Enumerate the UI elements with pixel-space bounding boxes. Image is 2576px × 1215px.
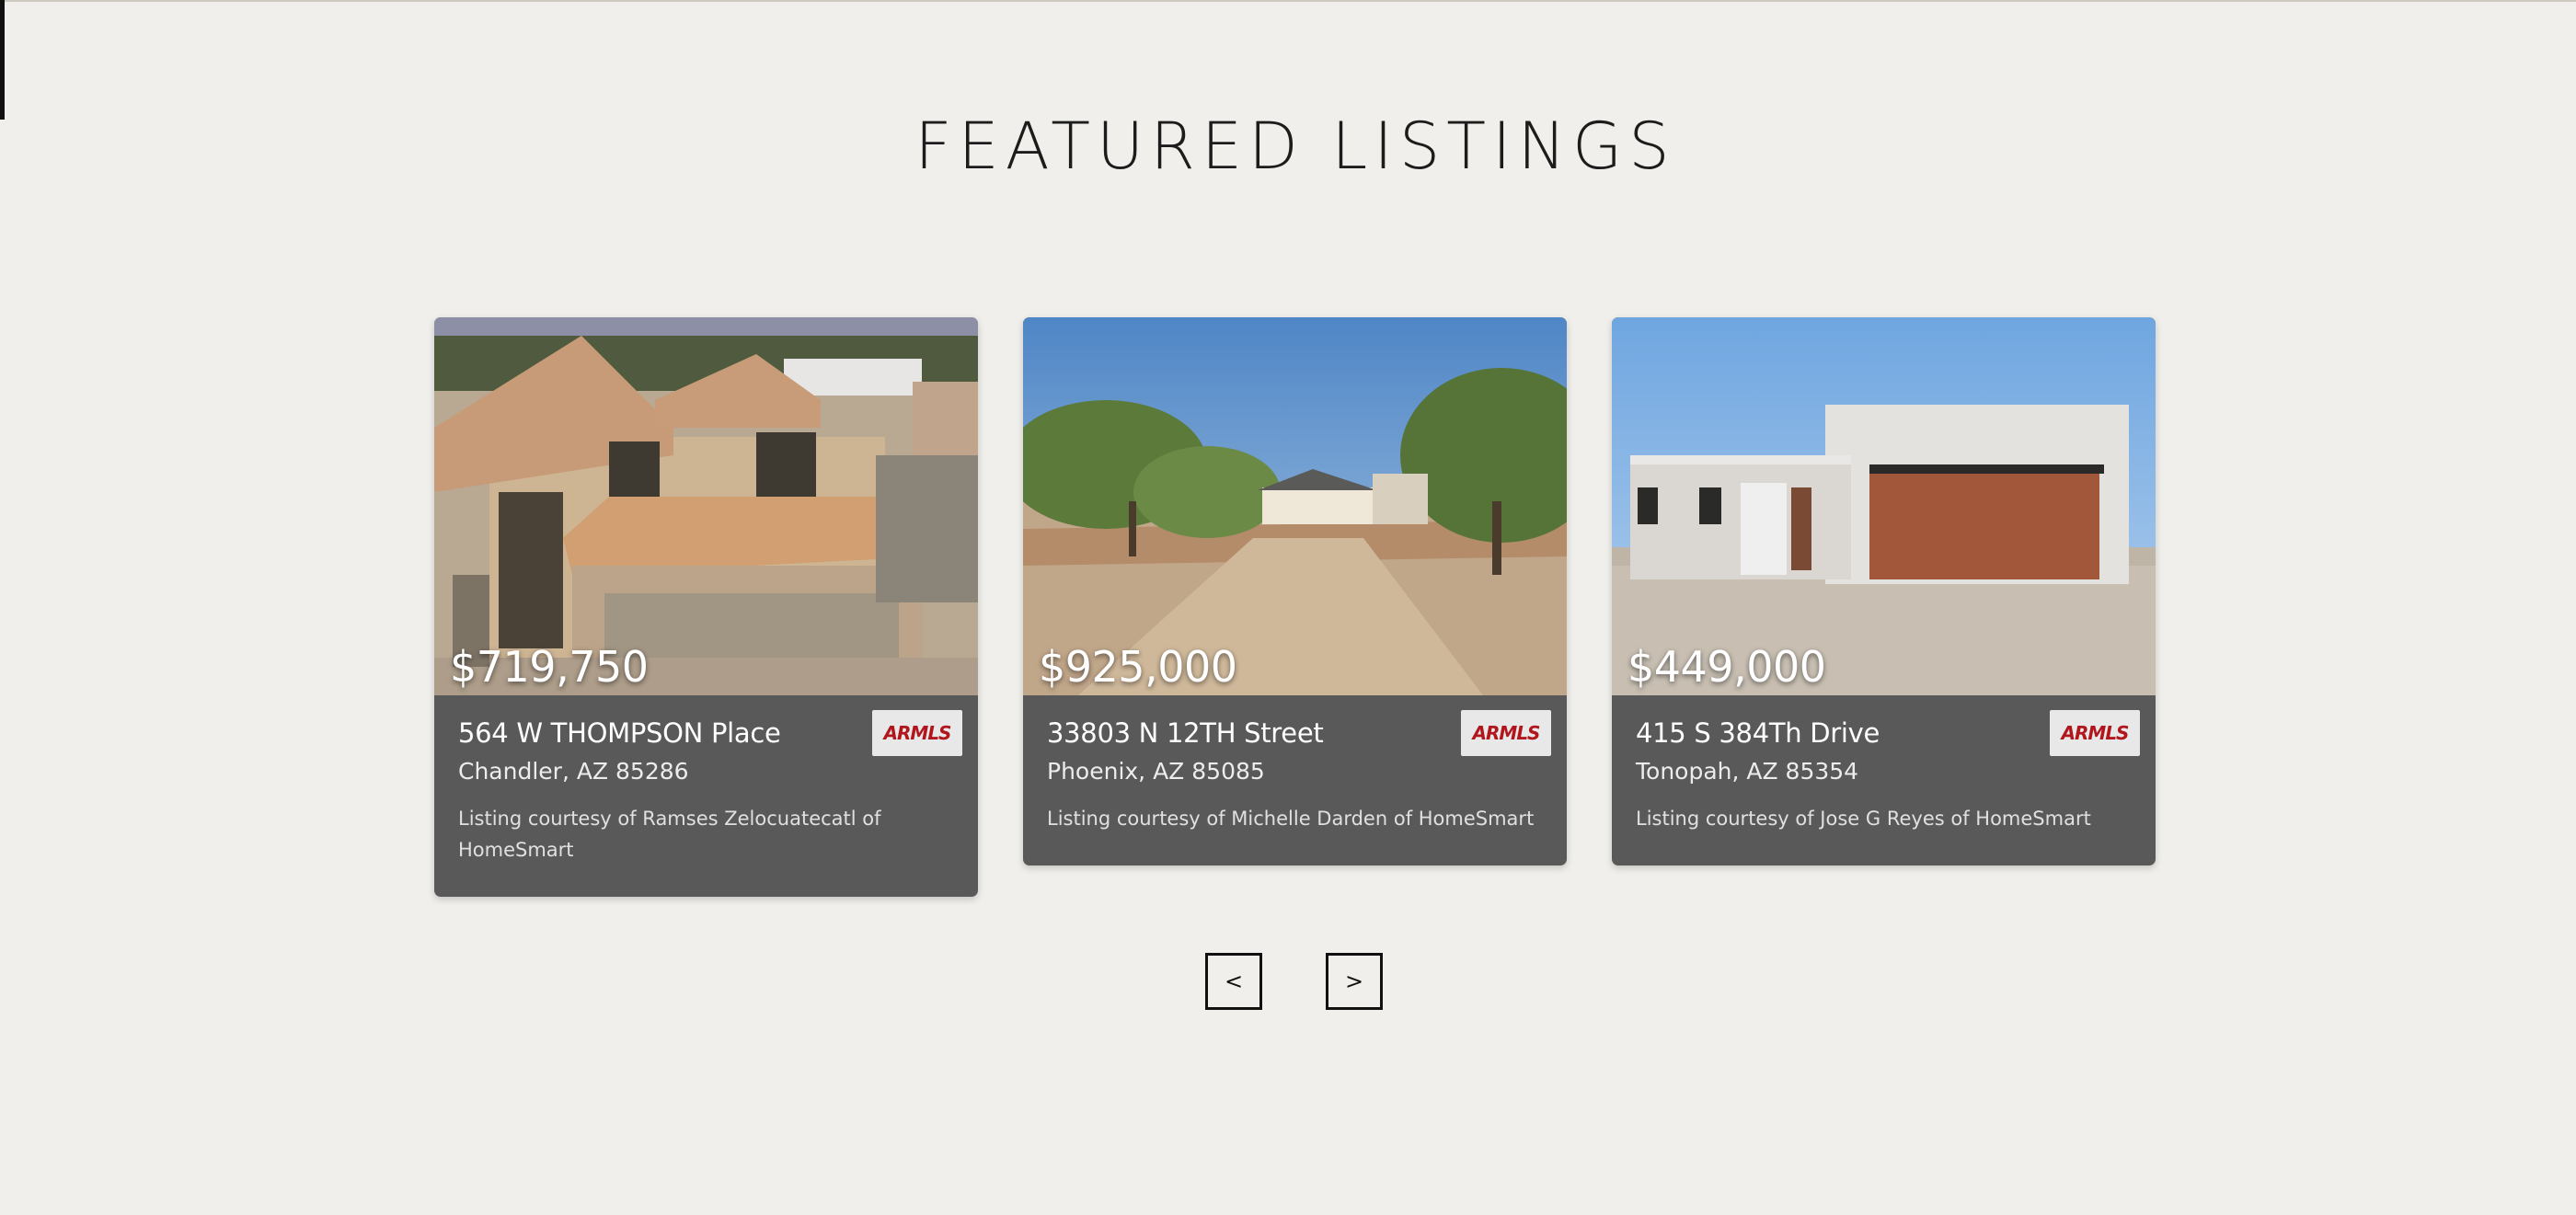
carousel-next-button[interactable]: > <box>1326 953 1383 1010</box>
listing-price: $719,750 <box>450 642 649 692</box>
house-photo-image <box>1023 317 1567 695</box>
page: FEATURED LISTINGS $719,750 564 W THOMPSO… <box>0 0 2576 1215</box>
listing-photo[interactable]: $925,000 <box>1023 317 1567 695</box>
listing-photo[interactable]: $449,000 <box>1612 317 2156 695</box>
listing-courtesy: Listing courtesy of Jose G Reyes of Home… <box>1636 808 2091 830</box>
listing-courtesy: Listing courtesy of Ramses Zelocuatecatl… <box>458 808 881 861</box>
listing-price: $925,000 <box>1039 642 1237 692</box>
listing-city: Tonopah, AZ 85354 <box>1636 758 1859 785</box>
armls-logo-text: ARMLS <box>2061 722 2130 744</box>
house-photo-image <box>434 317 978 695</box>
section-title: FEATURED LISTINGS <box>914 109 1676 184</box>
listing-price: $449,000 <box>1627 642 1826 692</box>
listing-courtesy: Listing courtesy of Michelle Darden of H… <box>1047 808 1535 830</box>
listing-card[interactable]: $719,750 564 W THOMPSON Place Chandler, … <box>434 317 978 897</box>
armls-logo: ARMLS <box>2050 710 2140 756</box>
armls-logo-text: ARMLS <box>1472 722 1541 744</box>
armls-logo: ARMLS <box>872 710 962 756</box>
listing-info: 33803 N 12TH Street Phoenix, AZ 85085 Li… <box>1023 695 1567 865</box>
left-edge-bar <box>0 0 5 120</box>
listing-card[interactable]: $925,000 33803 N 12TH Street Phoenix, AZ… <box>1023 317 1567 865</box>
listing-card[interactable]: $449,000 415 S 384Th Drive Tonopah, AZ 8… <box>1612 317 2156 865</box>
house-photo-image <box>1612 317 2156 695</box>
carousel-prev-button[interactable]: < <box>1205 953 1262 1010</box>
listing-city: Chandler, AZ 85286 <box>458 758 689 785</box>
top-divider <box>0 0 2576 2</box>
listing-info: 564 W THOMPSON Place Chandler, AZ 85286 … <box>434 695 978 897</box>
armls-logo: ARMLS <box>1461 710 1551 756</box>
listing-photo[interactable]: $719,750 <box>434 317 978 695</box>
armls-logo-text: ARMLS <box>883 722 952 744</box>
listing-info: 415 S 384Th Drive Tonopah, AZ 85354 List… <box>1612 695 2156 865</box>
listing-city: Phoenix, AZ 85085 <box>1047 758 1265 785</box>
